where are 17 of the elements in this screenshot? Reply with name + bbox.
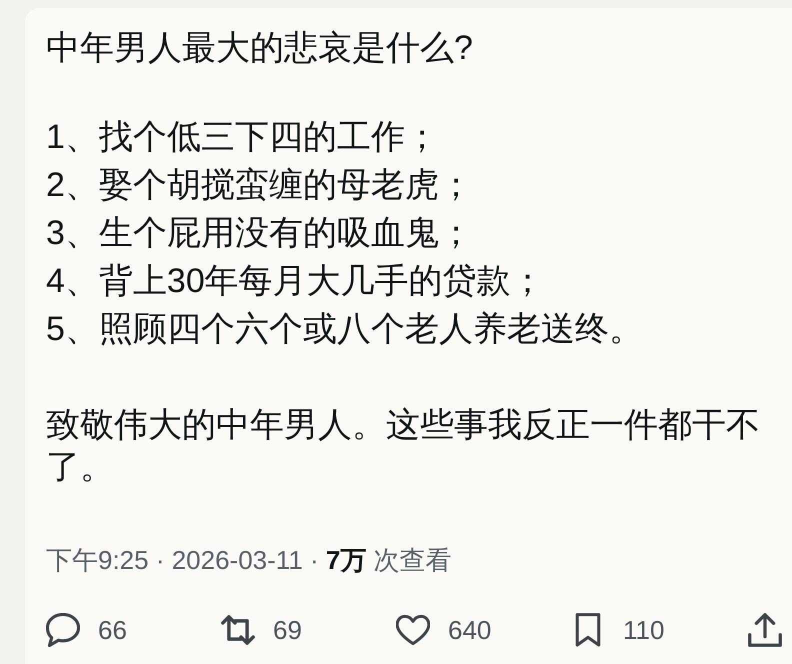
heart-icon — [396, 613, 430, 647]
repost-arrows-icon — [221, 613, 255, 647]
repost-button[interactable]: 69 — [221, 610, 302, 650]
like-button[interactable]: 640 — [396, 610, 492, 650]
post-question: 中年男人最大的悲哀是什么? — [46, 28, 474, 69]
speech-bubble-icon — [46, 613, 80, 647]
share-icon — [748, 613, 782, 647]
reply-button[interactable]: 66 — [46, 610, 127, 650]
list-item: 3、生个屁用没有的吸血鬼； — [46, 213, 474, 254]
post-meta: 下午9:25 · 2026-03-11 · 7万 次查看 — [46, 544, 453, 577]
list-item: 4、背上30年每月大几手的贷款； — [46, 261, 546, 302]
bookmark-button[interactable]: 110 — [571, 610, 664, 650]
share-button[interactable] — [748, 610, 782, 650]
list-item: 5、照顾四个六个或八个老人养老送终。 — [46, 309, 644, 350]
list-item: 1、找个低三下四的工作； — [46, 117, 440, 158]
post-closing-text: 致敬伟大的中年男人。这些事我反正一件都干不了。 — [46, 405, 761, 488]
list-item: 2、娶个胡搅蛮缠的母老虎； — [46, 165, 474, 206]
